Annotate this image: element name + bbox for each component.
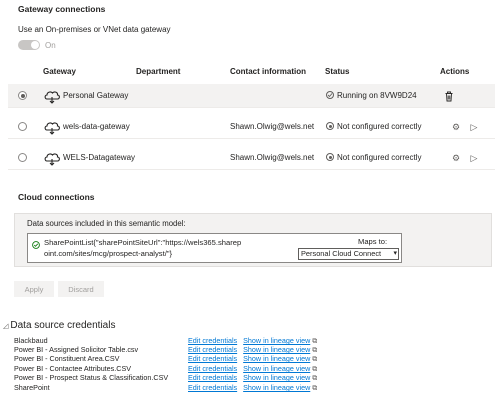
maps-to-selected: Personal Cloud Connect — [301, 249, 382, 258]
credential-links: Edit credentials Show in lineage view ⧉ — [188, 345, 317, 354]
chevron-right-icon[interactable]: ▷ — [466, 150, 482, 166]
credential-row: Blackbaud — [14, 336, 48, 345]
credential-source-name: Blackbaud — [14, 336, 48, 345]
gateway-radio[interactable] — [18, 122, 27, 131]
edit-credentials-link[interactable]: Edit credentials — [188, 364, 237, 373]
credential-source-name: Power BI - Assigned Solicitor Table.csv — [14, 345, 139, 354]
gateway-row[interactable]: WELS-Datagateway Shawn.Olwig@wels.net No… — [8, 146, 495, 170]
gear-icon[interactable]: ⚙ — [448, 150, 464, 166]
gateway-status-text: Not configured correctly — [337, 153, 422, 162]
collapse-triangle-icon: ◿ — [3, 323, 9, 330]
gateway-radio[interactable] — [18, 91, 27, 100]
onprem-gateway-label: Use an On-premises or VNet data gateway — [18, 25, 171, 34]
col-header-gateway: Gateway — [43, 67, 76, 76]
credential-links: Edit credentials Show in lineage view ⧉ — [188, 336, 317, 345]
credential-row: Power BI - Assigned Solicitor Table.csv — [14, 345, 138, 354]
gateway-connections-title: Gateway connections — [18, 4, 106, 14]
gateway-row[interactable]: wels-data-gateway Shawn.Olwig@wels.net N… — [8, 115, 495, 139]
credentials-header[interactable]: ◿ Data source credentials — [3, 320, 115, 331]
edit-credentials-link[interactable]: Edit credentials — [188, 354, 237, 363]
gateway-status: Not configured correctly — [326, 122, 421, 131]
gateway-status-text: Running on 8VW9D24 — [337, 91, 417, 100]
credential-links: Edit credentials Show in lineage view ⧉ — [188, 364, 317, 373]
credential-source-name: Power BI - Contactee Attributes.CSV — [14, 364, 132, 373]
apply-button[interactable]: Apply — [14, 281, 54, 297]
credential-source-name: Power BI - Constituent Area.CSV — [14, 354, 120, 363]
discard-button[interactable]: Discard — [58, 281, 104, 297]
status-dot-icon — [326, 122, 334, 130]
toggle-state-label: On — [45, 41, 56, 50]
gateway-name: Personal Gateway — [63, 91, 129, 100]
lineage-view-link[interactable]: Show in lineage view — [243, 354, 310, 363]
edit-credentials-link[interactable]: Edit credentials — [188, 336, 237, 345]
maps-to-dropdown[interactable]: Personal Cloud Connect ▾ — [298, 248, 399, 260]
external-link-icon: ⧉ — [312, 375, 318, 382]
external-link-icon: ⧉ — [312, 338, 318, 345]
gateway-status: Not configured correctly — [326, 153, 421, 162]
maps-to-label: Maps to: — [358, 237, 388, 246]
external-link-icon: ⧉ — [312, 347, 318, 354]
lineage-view-link[interactable]: Show in lineage view — [243, 373, 310, 382]
credential-links: Edit credentials Show in lineage view ⧉ — [188, 354, 317, 363]
gear-icon[interactable]: ⚙ — [448, 119, 464, 135]
credential-row: Power BI - Contactee Attributes.CSV — [14, 364, 131, 373]
credential-row: Power BI - Constituent Area.CSV — [14, 354, 119, 363]
gateway-name: wels-data-gateway — [63, 122, 130, 131]
credential-source-name: SharePoint — [14, 383, 50, 392]
credential-links: Edit credentials Show in lineage view ⧉ — [188, 373, 317, 382]
delete-icon[interactable] — [441, 88, 457, 104]
lineage-view-link[interactable]: Show in lineage view — [243, 336, 310, 345]
credential-links: Edit credentials Show in lineage view ⧉ — [188, 383, 317, 392]
data-source-mapping: SharePointList{"sharePointSiteUrl":"http… — [27, 233, 402, 263]
gateway-row[interactable]: Personal Gateway Running on 8VW9D24 — [8, 84, 495, 108]
external-link-icon: ⧉ — [312, 385, 318, 392]
credential-row: SharePoint — [14, 383, 50, 392]
col-header-actions: Actions — [440, 67, 470, 76]
gateway-name: WELS-Datagateway — [63, 153, 136, 162]
cloud-gateway-icon — [44, 91, 60, 104]
credentials-title: Data source credentials — [10, 320, 116, 331]
gateway-status-text: Not configured correctly — [337, 122, 422, 131]
chevron-right-icon[interactable]: ▷ — [466, 119, 482, 135]
status-dot-icon — [326, 153, 334, 161]
gateway-status: Running on 8VW9D24 — [326, 91, 417, 100]
cloud-gateway-icon — [44, 153, 60, 166]
edit-credentials-link[interactable]: Edit credentials — [188, 383, 237, 392]
edit-credentials-link[interactable]: Edit credentials — [188, 373, 237, 382]
cloud-gateway-icon — [44, 122, 60, 135]
gateway-contact: Shawn.Olwig@wels.net — [230, 122, 315, 131]
external-link-icon: ⧉ — [312, 366, 318, 373]
included-sources-label: Data sources included in this semantic m… — [27, 219, 186, 228]
check-circle-icon — [32, 241, 40, 249]
lineage-view-link[interactable]: Show in lineage view — [243, 383, 310, 392]
check-circle-icon — [326, 91, 334, 99]
lineage-view-link[interactable]: Show in lineage view — [243, 345, 310, 354]
credential-row: Power BI - Prospect Status & Classificat… — [14, 373, 168, 382]
cloud-connections-title: Cloud connections — [18, 192, 95, 202]
col-header-department: Department — [136, 67, 181, 76]
gateway-contact: Shawn.Olwig@wels.net — [230, 153, 315, 162]
col-header-status: Status — [325, 67, 350, 76]
credential-source-name: Power BI - Prospect Status & Classificat… — [14, 373, 169, 382]
data-source-path-line1: SharePointList{"sharePointSiteUrl":"http… — [44, 238, 242, 247]
edit-credentials-link[interactable]: Edit credentials — [188, 345, 237, 354]
onprem-gateway-toggle[interactable] — [18, 40, 40, 50]
external-link-icon: ⧉ — [312, 356, 318, 363]
lineage-view-link[interactable]: Show in lineage view — [243, 364, 310, 373]
col-header-contact: Contact information — [230, 67, 306, 76]
cloud-connections-panel: Data sources included in this semantic m… — [14, 213, 492, 267]
data-source-path-line2: oint.com/sites/mcg/prospect-analyst/"} — [44, 249, 173, 258]
gateway-radio[interactable] — [18, 153, 27, 162]
chevron-down-icon: ▾ — [393, 249, 397, 259]
